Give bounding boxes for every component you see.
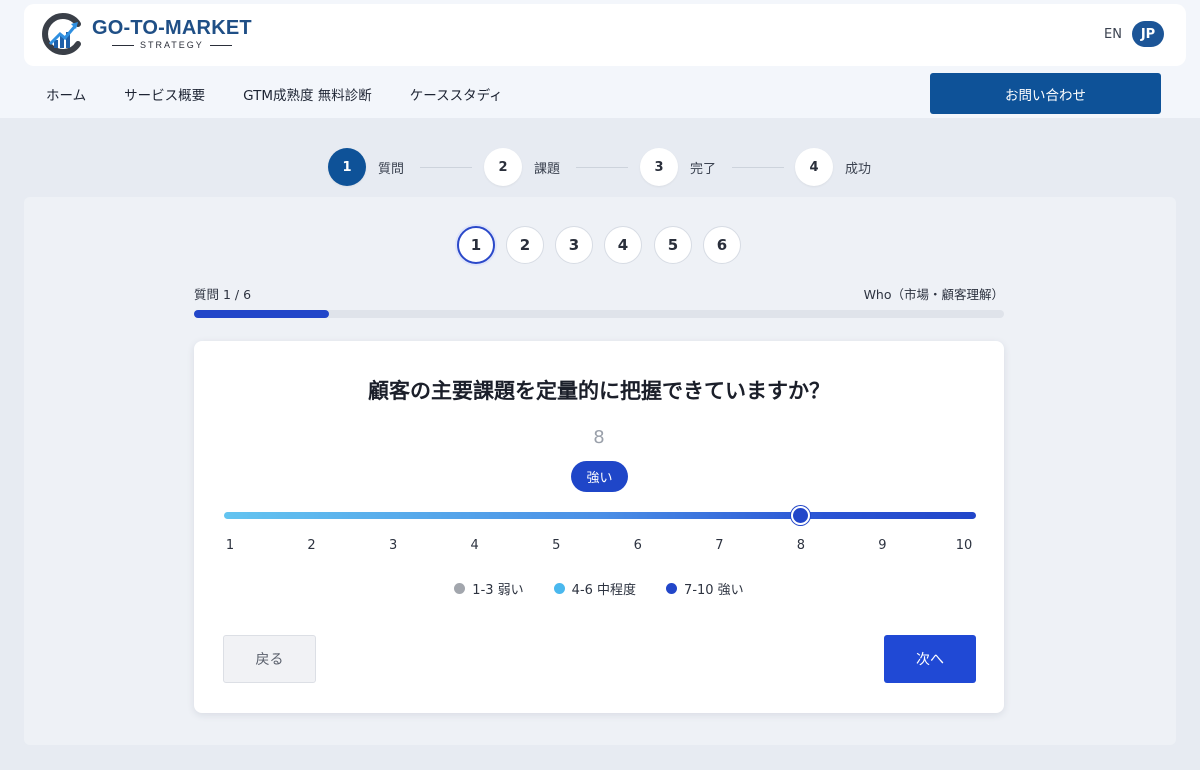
slider-tick-label: 9 xyxy=(878,538,887,553)
score-legend: 1-3 弱い 4-6 中程度 7-10 強い xyxy=(194,579,1004,598)
step-2-circle: 2 xyxy=(484,148,522,186)
progress-stepper: 1 質問 2 課題 3 完了 4 成功 xyxy=(0,148,1200,188)
back-button[interactable]: 戻る xyxy=(223,635,316,683)
progress-meta: 質問 1 / 6 Who（市場・顧客理解） xyxy=(194,284,1004,302)
lang-en-button[interactable]: EN xyxy=(1098,22,1128,47)
slider-tick-label: 10 xyxy=(955,538,973,553)
legend-dot-icon xyxy=(666,582,678,594)
step-2: 2 課題 xyxy=(484,148,560,186)
slider-tick-label: 6 xyxy=(633,538,642,553)
step-4-label: 成功 xyxy=(845,161,872,177)
slider-tick-label: 8 xyxy=(796,538,806,553)
language-switcher: EN JP xyxy=(1098,21,1164,47)
slider-tick-label: 2 xyxy=(307,538,316,553)
step-3-circle: 3 xyxy=(640,148,678,186)
logo-mark-icon xyxy=(42,13,81,55)
slider-tick-label: 7 xyxy=(715,538,724,553)
score-slider-track[interactable] xyxy=(224,512,976,519)
slider-tick-label: 3 xyxy=(388,538,398,553)
slider-tick-label: 4 xyxy=(470,538,479,553)
step-connector xyxy=(732,167,784,168)
question-nav-6[interactable]: 6 xyxy=(703,226,741,264)
logo-subtitle: STRATEGY xyxy=(111,39,232,51)
logo-bar: GO-TO-MARKET STRATEGY EN JP xyxy=(24,4,1186,66)
score-value: 8 xyxy=(593,427,605,448)
question-nav-2[interactable]: 2 xyxy=(506,226,544,264)
step-connector xyxy=(576,167,628,168)
contact-button[interactable]: お問い合わせ xyxy=(930,73,1161,114)
step-1-label: 質問 xyxy=(378,161,405,177)
logo-title: GO-TO-MARKET xyxy=(92,17,252,39)
step-1: 1 質問 xyxy=(328,148,404,186)
step-2-label: 課題 xyxy=(534,161,561,177)
question-card: 顧客の主要課題を定量的に把握できていますか？ 8 強い 1 2 3 4 5 6 7 8 9 10 … xyxy=(194,341,1004,713)
nav-item-services[interactable]: サービス概要 xyxy=(124,84,205,104)
slider-ticks: 1 2 3 4 5 6 7 8 9 10 xyxy=(194,538,1004,556)
question-category: Who（市場・顧客理解） xyxy=(863,287,1004,302)
nav-item-home[interactable]: ホーム xyxy=(46,84,86,104)
question-nav-4[interactable]: 4 xyxy=(604,226,642,264)
logo[interactable]: GO-TO-MARKET STRATEGY xyxy=(38,10,252,58)
next-button[interactable]: 次へ xyxy=(884,635,976,683)
progress-bar-fill xyxy=(194,310,329,318)
step-4-circle: 4 xyxy=(795,148,833,186)
step-3: 3 完了 xyxy=(640,148,716,186)
question-nav-5[interactable]: 5 xyxy=(654,226,692,264)
nav-item-case-study[interactable]: ケーススタディ xyxy=(410,84,503,104)
strength-badge: 強い xyxy=(571,461,628,492)
legend-dot-icon xyxy=(454,582,466,594)
lang-jp-button[interactable]: JP xyxy=(1132,21,1164,47)
question-navigator: 1 2 3 4 5 6 xyxy=(0,226,1200,266)
logo-text: GO-TO-MARKET STRATEGY xyxy=(92,17,252,51)
slider-tick-label: 5 xyxy=(552,538,561,553)
question-nav-1[interactable]: 1 xyxy=(457,226,495,264)
legend-strong: 7-10 強い xyxy=(666,579,744,598)
nav-item-diagnosis[interactable]: GTM成熟度 無料診断 xyxy=(243,84,372,104)
step-1-circle: 1 xyxy=(328,148,366,186)
question-nav-3[interactable]: 3 xyxy=(555,226,593,264)
step-3-label: 完了 xyxy=(690,161,717,177)
score-slider-thumb[interactable] xyxy=(790,506,810,525)
legend-weak: 1-3 弱い xyxy=(454,579,524,598)
step-connector xyxy=(420,167,472,168)
progress-bar xyxy=(194,310,1004,318)
slider-tick-label: 1 xyxy=(225,538,235,553)
main-nav: ホーム サービス概要 GTM成熟度 無料診断 ケーススタディ xyxy=(46,84,503,104)
question-text: 顧客の主要課題を定量的に把握できていますか？ xyxy=(368,379,830,403)
legend-medium: 4-6 中程度 xyxy=(553,579,636,598)
step-4: 4 成功 xyxy=(795,148,871,186)
legend-dot-icon xyxy=(553,582,565,594)
site-header: GO-TO-MARKET STRATEGY EN JP ホーム サービス概要 G… xyxy=(0,0,1200,118)
progress-label: 質問 1 / 6 xyxy=(194,287,252,302)
